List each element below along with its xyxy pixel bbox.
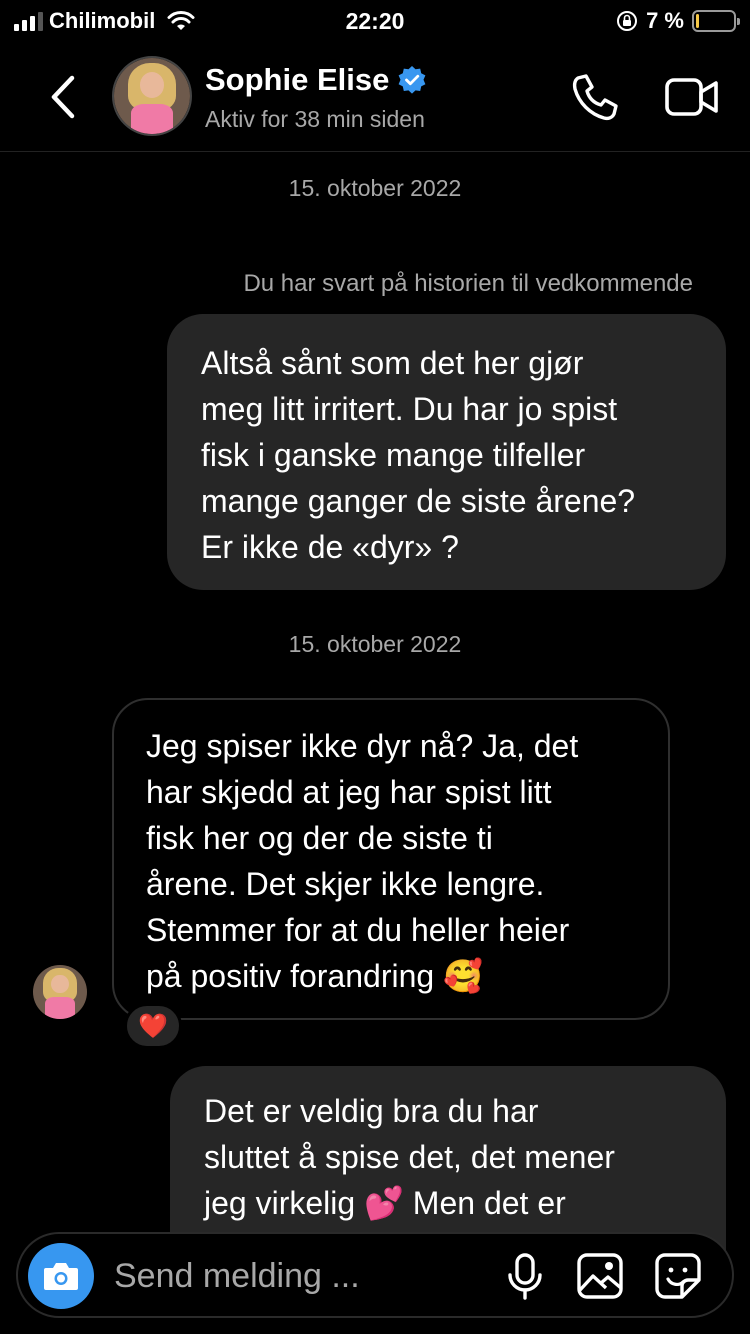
video-camera-icon[interactable] [664, 72, 720, 122]
outgoing-message[interactable]: Altså sånt som det her gjør meg litt irr… [167, 314, 726, 590]
battery-percentage: 7 % [646, 8, 684, 33]
contact-name: Sophie Elise [205, 62, 390, 97]
contact-avatar[interactable] [112, 56, 192, 136]
microphone-icon[interactable] [502, 1252, 548, 1302]
camera-button[interactable] [28, 1243, 94, 1309]
back-chevron-icon[interactable] [44, 74, 84, 120]
date-separator: 15. oktober 2022 [288, 175, 462, 201]
avatar-image [114, 58, 190, 134]
chat-header: Sophie Elise Aktiv for 38 min siden [0, 44, 750, 152]
verified-badge-icon [398, 66, 426, 94]
status-bar: Chilimobil 22:20 7 % [0, 0, 750, 44]
battery-icon [692, 10, 740, 32]
sticker-icon[interactable] [654, 1252, 702, 1300]
sender-avatar[interactable] [33, 965, 87, 1019]
date-separator: 15. oktober 2022 [288, 631, 462, 657]
status-bar-right: 7 % [616, 8, 740, 34]
heart-reaction[interactable]: ❤️ [124, 1003, 182, 1049]
battery-level-fill [696, 14, 699, 28]
active-status: Aktiv for 38 min siden [205, 106, 425, 132]
phone-icon[interactable] [570, 72, 620, 122]
incoming-message[interactable]: Jeg spiser ikke dyr nå? Ja, det har skje… [112, 698, 670, 1020]
contact-name-row[interactable]: Sophie Elise [205, 62, 427, 98]
camera-icon [44, 1263, 78, 1290]
story-reply-note: Du har svart på historien til vedkommend… [243, 270, 693, 297]
gallery-icon[interactable] [576, 1252, 624, 1300]
message-input[interactable] [114, 1252, 494, 1300]
rotation-lock-icon [617, 11, 638, 31]
avatar-image [33, 965, 87, 1019]
message-composer [16, 1232, 734, 1318]
